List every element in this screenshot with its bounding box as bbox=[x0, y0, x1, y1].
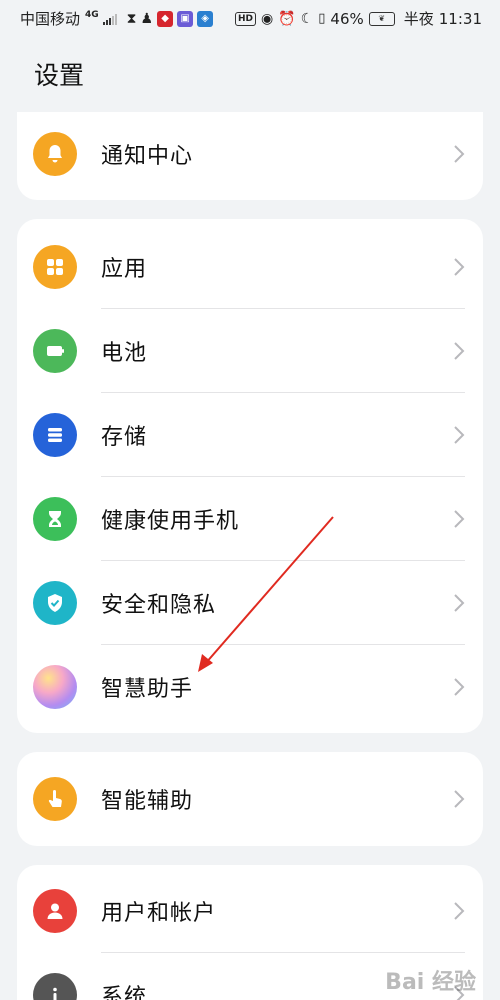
storage-icon bbox=[33, 413, 77, 457]
status-bar-right: HD ◉ ⏰ ☾ ▯ 46% ❦ 半夜 11:31 bbox=[235, 8, 482, 29]
settings-item-label: 系统 bbox=[101, 985, 148, 1000]
status-bar-left: 中国移动 4G ⧗ ♟ ◆ ▣ ◈ bbox=[20, 8, 214, 29]
chevron-right-icon bbox=[454, 258, 465, 276]
settings-group-device: 应用 电池 存储 健康使用手机 安全和隐私 智慧助手 bbox=[17, 219, 483, 733]
settings-group-notifications: 通知中心 bbox=[17, 112, 483, 200]
settings-item-label: 应用 bbox=[101, 257, 148, 282]
chevron-right-icon bbox=[454, 790, 465, 808]
chevron-right-icon bbox=[454, 902, 465, 920]
status-bar: 中国移动 4G ⧗ ♟ ◆ ▣ ◈ HD ◉ ⏰ ☾ ▯ 46% ❦ 半夜 11… bbox=[0, 0, 500, 36]
bell-icon bbox=[33, 132, 77, 176]
signal-icon bbox=[102, 13, 117, 25]
chevron-right-icon bbox=[454, 426, 465, 444]
battery-status-icon: ❦ bbox=[368, 11, 395, 26]
settings-item-notification-center[interactable]: 通知中心 bbox=[17, 112, 483, 196]
chevron-right-icon bbox=[454, 678, 465, 696]
battery-percent: 46% bbox=[330, 9, 364, 28]
time-period: 半夜 bbox=[403, 10, 434, 28]
settings-item-label: 存储 bbox=[101, 425, 148, 450]
settings-item-label: 智慧助手 bbox=[101, 677, 194, 702]
app-purple-icon: ▣ bbox=[177, 10, 194, 27]
settings-item-label: 健康使用手机 bbox=[101, 509, 240, 534]
info-icon bbox=[33, 973, 77, 1000]
app-red-icon: ◆ bbox=[157, 10, 174, 27]
app-blue-icon: ◈ bbox=[197, 10, 214, 27]
settings-item-users-accounts[interactable]: 用户和帐户 bbox=[17, 869, 483, 953]
shield-check-icon bbox=[33, 581, 77, 625]
settings-item-smart-assistant[interactable]: 智慧助手 bbox=[17, 645, 483, 729]
user-icon bbox=[33, 889, 77, 933]
settings-item-apps[interactable]: 应用 bbox=[17, 225, 483, 309]
chevron-right-icon bbox=[454, 510, 465, 528]
clock-time: 11:31 bbox=[438, 9, 482, 28]
hourglass-icon bbox=[33, 497, 77, 541]
settings-group-accessibility: 智能辅助 bbox=[17, 752, 483, 846]
settings-item-label: 用户和帐户 bbox=[101, 901, 217, 926]
alarm-icon: ⏰ bbox=[278, 10, 296, 27]
apps-grid-icon bbox=[33, 245, 77, 289]
settings-item-label: 电池 bbox=[101, 341, 148, 366]
hand-tap-icon bbox=[33, 777, 77, 821]
network-type: 4G bbox=[85, 9, 99, 20]
settings-item-label: 通知中心 bbox=[101, 144, 194, 169]
page-title: 设置 bbox=[34, 61, 85, 90]
settings-screen: 中国移动 4G ⧗ ♟ ◆ ▣ ◈ HD ◉ ⏰ ☾ ▯ 46% ❦ 半夜 11… bbox=[0, 0, 500, 1000]
settings-item-label: 智能辅助 bbox=[101, 789, 194, 814]
hourglass-status-icon: ⧗ bbox=[126, 10, 137, 27]
vibrate-icon: ▯ bbox=[318, 11, 326, 26]
settings-item-label: 安全和隐私 bbox=[101, 593, 217, 618]
chevron-right-icon bbox=[454, 594, 465, 612]
eye-icon: ◉ bbox=[261, 10, 274, 27]
settings-item-security-privacy[interactable]: 安全和隐私 bbox=[17, 561, 483, 645]
carrier-name: 中国移动 bbox=[20, 10, 81, 28]
watermark: Bai 经验 bbox=[385, 970, 476, 995]
battery-icon bbox=[33, 329, 77, 373]
moon-icon: ☾ bbox=[300, 10, 314, 27]
settings-item-digital-balance[interactable]: 健康使用手机 bbox=[17, 477, 483, 561]
settings-item-accessibility[interactable]: 智能辅助 bbox=[17, 757, 483, 841]
settings-item-battery[interactable]: 电池 bbox=[17, 309, 483, 393]
assistant-orb-icon bbox=[33, 665, 77, 709]
settings-item-storage[interactable]: 存储 bbox=[17, 393, 483, 477]
chevron-right-icon bbox=[454, 342, 465, 360]
hd-icon: HD bbox=[235, 11, 257, 26]
qq-icon: ♟ bbox=[140, 10, 154, 27]
chevron-right-icon bbox=[454, 145, 465, 163]
